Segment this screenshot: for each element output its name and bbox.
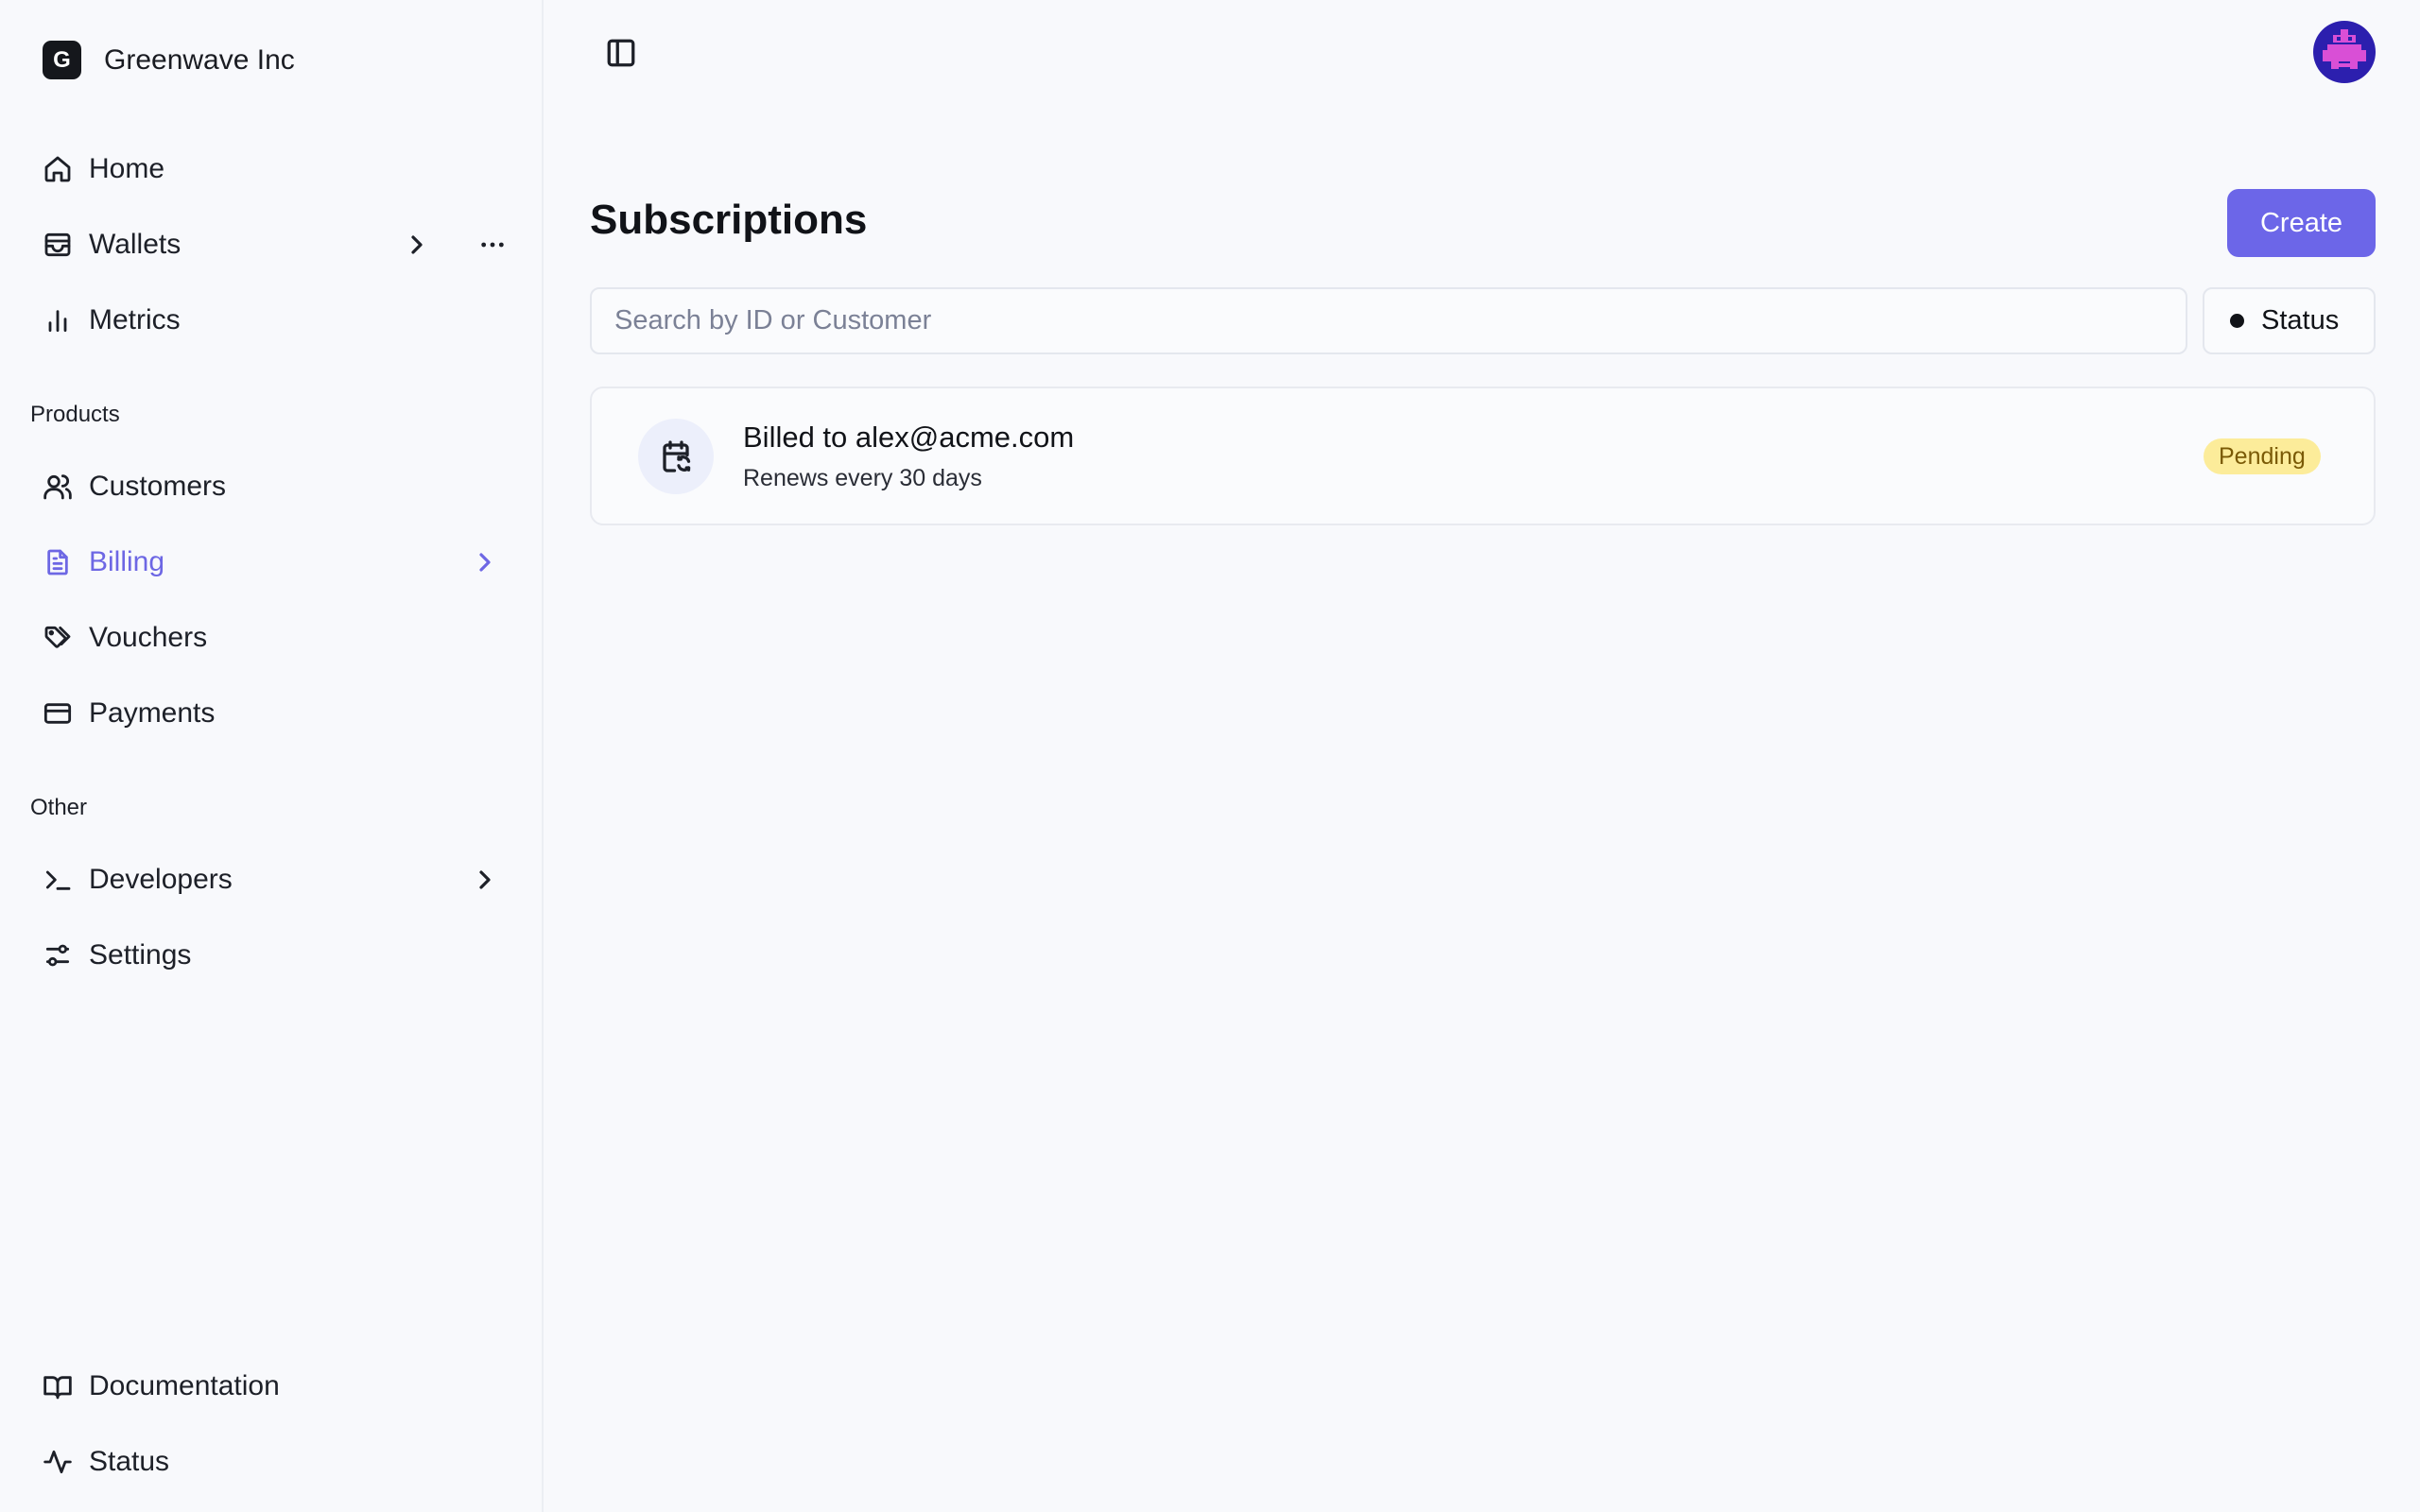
subscription-description: Renews every 30 days	[743, 465, 982, 491]
sidebar-item-label: Payments	[89, 697, 216, 729]
status-filter-label: Status	[2261, 305, 2340, 335]
activity-icon	[43, 1447, 73, 1477]
sidebar-toggle-icon[interactable]	[604, 36, 638, 70]
credit-card-icon	[43, 698, 73, 729]
section-label-products: Products	[30, 402, 120, 427]
sidebar-item-status[interactable]: Status	[43, 1435, 506, 1488]
sidebar-item-billing[interactable]: Billing	[43, 536, 506, 589]
wallet-icon	[43, 230, 73, 260]
sliders-icon	[43, 940, 73, 971]
tags-icon	[43, 623, 73, 653]
status-filter-button[interactable]: Status	[2203, 287, 2376, 354]
sidebar-item-customers[interactable]: Customers	[43, 460, 506, 513]
chevron-right-icon[interactable]	[470, 865, 500, 895]
document-icon	[43, 547, 73, 577]
sidebar-item-metrics[interactable]: Metrics	[43, 294, 506, 347]
avatar[interactable]	[2313, 21, 2376, 83]
section-label-other: Other	[30, 795, 88, 820]
page-title: Subscriptions	[590, 197, 868, 243]
sidebar-item-documentation[interactable]: Documentation	[43, 1360, 506, 1413]
status-badge: Pending	[2204, 438, 2321, 474]
calendar-refresh-icon	[638, 419, 714, 494]
bar-chart-icon	[43, 305, 73, 335]
search-input[interactable]	[590, 287, 2187, 354]
terminal-icon	[43, 865, 73, 895]
org-logo: G	[43, 41, 81, 79]
book-icon	[43, 1371, 73, 1401]
sidebar-item-label: Documentation	[89, 1370, 280, 1401]
organization-switcher[interactable]: G Greenwave Inc	[43, 41, 295, 79]
main-content: Subscriptions Create Status Billed to al…	[545, 0, 2420, 1512]
sidebar-item-wallets[interactable]: Wallets	[43, 218, 506, 271]
sidebar-item-developers[interactable]: Developers	[43, 853, 506, 906]
subscription-title: Billed to alex@acme.com	[743, 421, 1075, 454]
app-root: G Greenwave Inc Home Wallets Metrics Pro…	[0, 0, 2420, 1512]
status-dot-icon	[2230, 314, 2244, 328]
org-name: Greenwave Inc	[104, 43, 295, 76]
more-horizontal-icon[interactable]	[477, 230, 508, 260]
sidebar-item-label: Wallets	[89, 229, 182, 260]
sidebar: G Greenwave Inc Home Wallets Metrics Pro…	[0, 0, 544, 1512]
sidebar-item-label: Metrics	[89, 304, 181, 335]
chevron-right-icon[interactable]	[402, 230, 432, 260]
sidebar-item-label: Status	[89, 1446, 170, 1477]
sidebar-item-label: Vouchers	[89, 622, 208, 653]
sidebar-item-home[interactable]: Home	[43, 143, 506, 196]
sidebar-item-label: Developers	[89, 864, 233, 895]
sidebar-item-label: Settings	[89, 939, 192, 971]
home-icon	[43, 154, 73, 184]
sidebar-item-payments[interactable]: Payments	[43, 687, 506, 740]
sidebar-item-label: Home	[89, 153, 165, 184]
users-icon	[43, 472, 73, 502]
sidebar-item-label: Billing	[89, 546, 165, 577]
subscription-card[interactable]: Billed to alex@acme.com Renews every 30 …	[590, 387, 2376, 525]
sidebar-item-label: Customers	[89, 471, 227, 502]
sidebar-item-vouchers[interactable]: Vouchers	[43, 611, 506, 664]
chevron-right-icon[interactable]	[470, 547, 500, 577]
sidebar-item-settings[interactable]: Settings	[43, 929, 506, 982]
create-button[interactable]: Create	[2227, 189, 2376, 257]
